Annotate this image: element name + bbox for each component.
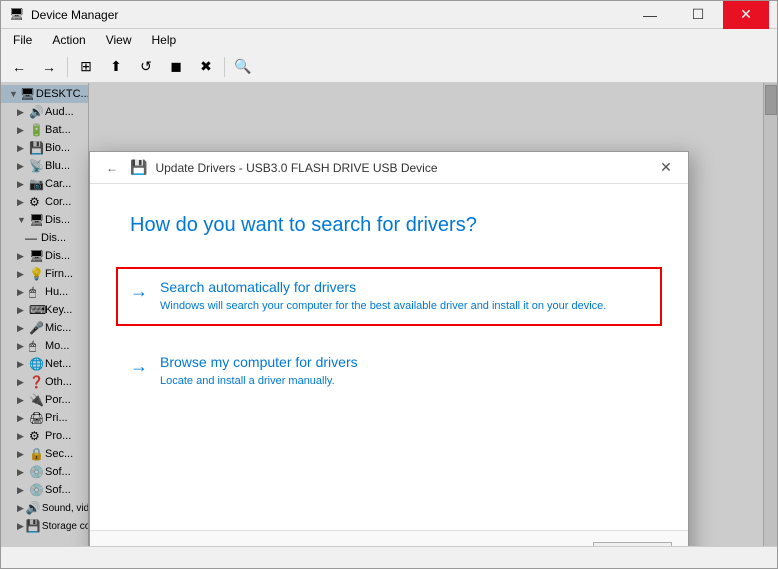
toolbar-scan[interactable]: 🔍 xyxy=(229,54,257,80)
menu-view[interactable]: View xyxy=(98,31,140,49)
title-bar: 🖥 Device Manager — ☐ ✕ xyxy=(1,1,777,29)
toolbar-separator-2 xyxy=(224,57,225,77)
toolbar-properties[interactable]: ⊞ xyxy=(72,54,100,80)
toolbar-uninstall[interactable]: ✖ xyxy=(192,54,220,80)
option1-title: Search automatically for drivers xyxy=(160,279,606,295)
maximize-button[interactable]: ☐ xyxy=(675,1,721,29)
toolbar-rollback[interactable]: ↺ xyxy=(132,54,160,80)
dialog-back-button[interactable]: ← xyxy=(102,158,122,178)
dialog-heading: How do you want to search for drivers? xyxy=(130,214,648,237)
dialog-footer: Cancel xyxy=(90,530,688,546)
main-area: ▼ 🖥 DESKTC... ▶ 🔊 Aud... ▶ 🔋 Bat... ▶ 💾 … xyxy=(1,83,777,546)
dialog-title-text: Update Drivers - USB3.0 FLASH DRIVE USB … xyxy=(155,161,437,175)
dialog-content: How do you want to search for drivers? →… xyxy=(90,184,688,530)
option1-texts: Search automatically for drivers Windows… xyxy=(160,279,606,314)
option2-texts: Browse my computer for drivers Locate an… xyxy=(160,354,358,389)
title-bar-left: 🖥 Device Manager xyxy=(9,7,118,23)
toolbar-update-driver[interactable]: ⬆ xyxy=(102,54,130,80)
dialog-close-button[interactable]: ✕ xyxy=(652,154,680,182)
option2-description: Locate and install a driver manually. xyxy=(160,374,358,389)
option1-arrow-icon: → xyxy=(130,281,148,302)
option1-description: Windows will search your computer for th… xyxy=(160,299,606,314)
device-manager-window: 🖥 Device Manager — ☐ ✕ File Action View … xyxy=(0,0,778,569)
cancel-button[interactable]: Cancel xyxy=(593,542,672,547)
toolbar-forward[interactable]: → xyxy=(35,54,63,80)
option2-arrow-icon: → xyxy=(130,356,148,377)
menu-file[interactable]: File xyxy=(5,31,40,49)
app-icon: 🖥 xyxy=(9,7,25,23)
option2-title: Browse my computer for drivers xyxy=(160,354,358,370)
update-drivers-dialog: ← 💾 Update Drivers - USB3.0 FLASH DRIVE … xyxy=(89,151,689,546)
menu-action[interactable]: Action xyxy=(44,31,93,49)
toolbar-separator-1 xyxy=(67,57,68,77)
window-close-button[interactable]: ✕ xyxy=(723,1,769,29)
browse-computer-option[interactable]: → Browse my computer for drivers Locate … xyxy=(130,354,648,389)
search-automatically-option[interactable]: → Search automatically for drivers Windo… xyxy=(116,267,662,326)
menu-help[interactable]: Help xyxy=(144,31,185,49)
window-title: Device Manager xyxy=(31,8,118,22)
status-bar xyxy=(1,546,777,568)
title-bar-controls: — ☐ ✕ xyxy=(627,1,769,29)
toolbar-back[interactable]: ← xyxy=(5,54,33,80)
usb-icon: 💾 xyxy=(130,159,147,176)
dialog-title-bar: ← 💾 Update Drivers - USB3.0 FLASH DRIVE … xyxy=(90,152,688,184)
dialog-title-left: ← 💾 Update Drivers - USB3.0 FLASH DRIVE … xyxy=(102,158,438,178)
menu-bar: File Action View Help xyxy=(1,29,777,51)
minimize-button[interactable]: — xyxy=(627,1,673,29)
toolbar: ← → ⊞ ⬆ ↺ ◼ ✖ 🔍 xyxy=(1,51,777,83)
toolbar-disable[interactable]: ◼ xyxy=(162,54,190,80)
